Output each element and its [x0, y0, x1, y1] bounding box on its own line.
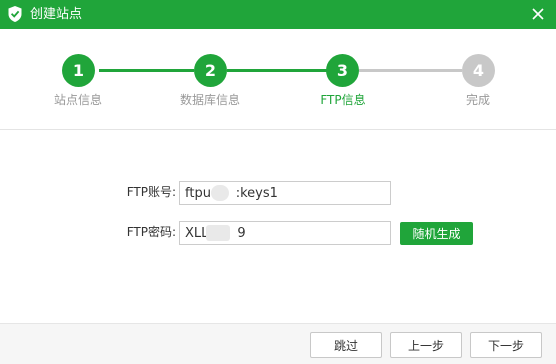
step-3-label: FTP信息 — [320, 93, 366, 107]
dialog-footer: 跳过 上一步 下一步 — [0, 323, 556, 364]
step-4-circle: 4 — [462, 54, 495, 87]
generate-random-button[interactable]: 随机生成 — [400, 222, 473, 245]
ftp-account-redaction — [211, 185, 229, 201]
step-2-circle: 2 — [194, 54, 227, 87]
step-connector-2-3 — [227, 69, 327, 72]
step-2-label: 数据库信息 — [179, 93, 240, 107]
shield-icon — [8, 6, 22, 22]
step-4-label: 完成 — [465, 93, 490, 107]
ftp-account-label: FTP账号: — [126, 185, 176, 199]
ftp-password-label: FTP密码: — [126, 225, 176, 239]
previous-step-button[interactable]: 上一步 — [390, 332, 462, 358]
step-indicator: 1 2 3 4 站点信息 数据库信息 FTP信息 完成 — [0, 29, 556, 130]
close-icon[interactable] — [528, 4, 548, 24]
step-3-circle: 3 — [326, 54, 359, 87]
step-1-label: 站点信息 — [53, 93, 102, 107]
next-step-button[interactable]: 下一步 — [470, 332, 542, 358]
skip-button[interactable]: 跳过 — [310, 332, 382, 358]
title-bar: 创建站点 — [0, 0, 556, 29]
window-title: 创建站点 — [30, 7, 83, 22]
step-connector-1-2 — [99, 69, 194, 72]
ftp-password-redaction — [206, 225, 230, 241]
step-1-circle: 1 — [62, 54, 95, 87]
step-connector-3-4 — [359, 69, 462, 72]
